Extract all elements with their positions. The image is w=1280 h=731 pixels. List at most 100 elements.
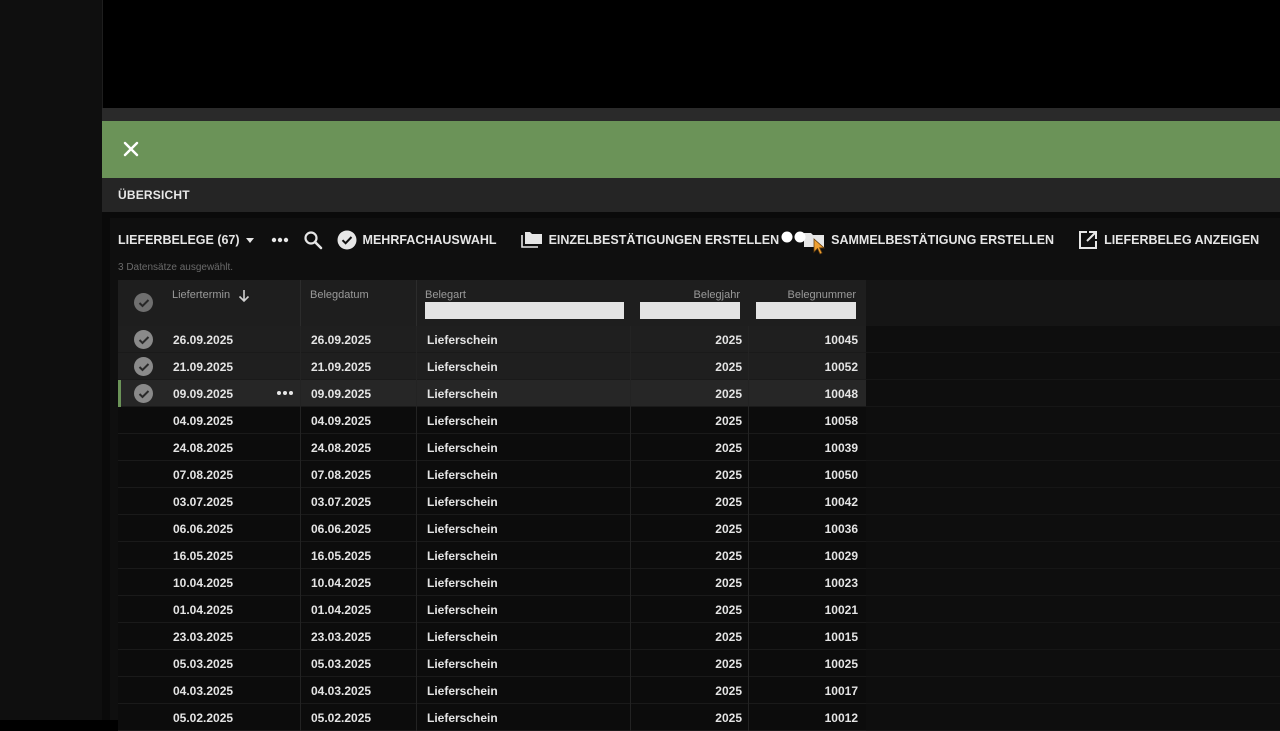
cell-belegnummer: 10036 bbox=[824, 522, 858, 536]
create-single-confirmations-button[interactable]: EINZELBESTÄTIGUNGEN ERSTELLEN bbox=[520, 231, 779, 249]
cell-divider bbox=[416, 542, 417, 569]
belegnummer-filter-input[interactable] bbox=[756, 302, 856, 319]
table-row[interactable]: 24.08.2025 24.08.2025 Lieferschein 2025 1003… bbox=[118, 434, 1280, 461]
tab-bar: ÜBERSICHT bbox=[102, 178, 1280, 212]
table-row[interactable]: 04.03.2025 04.03.2025 Lieferschein 2025 1001… bbox=[118, 677, 1280, 704]
cell-divider bbox=[630, 569, 631, 596]
cell-divider bbox=[748, 596, 749, 623]
row-checkbox[interactable] bbox=[134, 384, 153, 403]
cell-belegnummer: 10042 bbox=[824, 495, 858, 509]
tab-overview[interactable]: ÜBERSICHT bbox=[118, 188, 190, 202]
cell-divider bbox=[300, 542, 301, 569]
column-header-belegdatum[interactable]: Belegdatum bbox=[310, 280, 416, 326]
create-collective-confirmation-button[interactable]: SAMMELBESTÄTIGUNG ERSTELLEN bbox=[803, 231, 1054, 249]
table-row[interactable]: 09.09.2025 09.09.2025 Lieferschein 2025 1004… bbox=[118, 380, 1280, 407]
row-empty-area bbox=[866, 488, 1280, 515]
column-liefertermin-label: Liefertermin bbox=[172, 289, 231, 301]
cell-divider bbox=[630, 407, 631, 434]
cell-belegnummer: 10050 bbox=[824, 468, 858, 482]
list-view-dropdown[interactable]: LIEFERBELEGE (67) bbox=[118, 233, 257, 247]
cell-divider bbox=[630, 596, 631, 623]
cell-divider bbox=[630, 461, 631, 488]
more-options-button[interactable] bbox=[271, 237, 289, 243]
cell-belegart: Lieferschein bbox=[427, 684, 498, 698]
cell-divider bbox=[416, 461, 417, 488]
grid-header-empty bbox=[866, 280, 1280, 326]
cell-liefertermin: 05.02.2025 bbox=[173, 711, 234, 725]
cell-divider bbox=[630, 650, 631, 677]
table-row[interactable]: 05.03.2025 05.03.2025 Lieferschein 2025 1002… bbox=[118, 650, 1280, 677]
cell-belegart: Lieferschein bbox=[427, 414, 498, 428]
cell-belegnummer: 10017 bbox=[824, 684, 858, 698]
cell-belegdatum: 23.03.2025 bbox=[311, 630, 372, 644]
create-collective-confirmation-label: SAMMELBESTÄTIGUNG ERSTELLEN bbox=[831, 233, 1055, 247]
cell-divider bbox=[630, 515, 631, 542]
cell-divider bbox=[300, 677, 301, 704]
cell-belegjahr: 2025 bbox=[715, 684, 742, 698]
belegjahr-filter-input[interactable] bbox=[640, 302, 740, 319]
row-checkbox[interactable] bbox=[134, 357, 153, 376]
table-row[interactable]: 07.08.2025 07.08.2025 Lieferschein 2025 1005… bbox=[118, 461, 1280, 488]
cell-belegart: Lieferschein bbox=[427, 522, 498, 536]
cell-divider bbox=[748, 623, 749, 650]
sort-down-icon bbox=[238, 290, 250, 303]
table-row[interactable]: 05.02.2025 05.02.2025 Lieferschein 2025 1001… bbox=[118, 704, 1280, 731]
close-button[interactable] bbox=[118, 136, 144, 162]
cell-belegart: Lieferschein bbox=[427, 630, 498, 644]
cell-divider bbox=[748, 434, 749, 461]
cell-belegdatum: 16.05.2025 bbox=[311, 549, 372, 563]
select-all-checkbox[interactable] bbox=[134, 293, 153, 313]
cell-belegart: Lieferschein bbox=[427, 360, 498, 374]
row-empty-area bbox=[866, 434, 1280, 461]
cell-belegjahr: 2025 bbox=[715, 657, 742, 671]
check-circle-icon bbox=[337, 230, 357, 250]
cell-divider bbox=[416, 434, 417, 461]
cell-divider bbox=[416, 704, 417, 731]
row-empty-area bbox=[866, 704, 1280, 731]
cell-liefertermin: 05.03.2025 bbox=[173, 657, 234, 671]
row-checkbox[interactable] bbox=[134, 330, 153, 349]
cell-divider bbox=[748, 515, 749, 542]
table-row[interactable]: 10.04.2025 10.04.2025 Lieferschein 2025 1002… bbox=[118, 569, 1280, 596]
cell-belegjahr: 2025 bbox=[715, 495, 742, 509]
column-belegart-label: Belegart bbox=[425, 289, 466, 301]
cell-belegart: Lieferschein bbox=[427, 549, 498, 563]
row-more-button[interactable] bbox=[276, 383, 294, 401]
cell-divider bbox=[748, 704, 749, 731]
loading-dots-icon bbox=[781, 231, 806, 243]
table-row[interactable]: 23.03.2025 23.03.2025 Lieferschein 2025 1001… bbox=[118, 623, 1280, 650]
column-header-liefertermin[interactable]: Liefertermin bbox=[172, 280, 300, 326]
multiselect-label: MEHRFACHAUSWAHL bbox=[362, 233, 497, 247]
table-row[interactable]: 06.06.2025 06.06.2025 Lieferschein 2025 1003… bbox=[118, 515, 1280, 542]
cell-liefertermin: 16.05.2025 bbox=[173, 549, 234, 563]
table-row[interactable]: 26.09.2025 26.09.2025 Lieferschein 2025 1004… bbox=[118, 326, 1280, 353]
cell-liefertermin: 04.03.2025 bbox=[173, 684, 234, 698]
cell-belegjahr: 2025 bbox=[715, 360, 742, 374]
cell-divider bbox=[748, 488, 749, 515]
cell-belegdatum: 01.04.2025 bbox=[311, 603, 372, 617]
grid-header: Liefertermin Belegdatum Belegart Belegja… bbox=[118, 280, 1280, 326]
more-icon bbox=[271, 237, 288, 243]
table-row[interactable]: 01.04.2025 01.04.2025 Lieferschein 2025 1002… bbox=[118, 596, 1280, 623]
cell-divider bbox=[416, 569, 417, 596]
cell-belegjahr: 2025 bbox=[715, 441, 742, 455]
show-delivery-document-button[interactable]: LIEFERBELEG ANZEIGEN bbox=[1078, 230, 1259, 250]
multiselect-button[interactable]: MEHRFACHAUSWAHL bbox=[337, 230, 497, 250]
table-row[interactable]: 03.07.2025 03.07.2025 Lieferschein 2025 1004… bbox=[118, 488, 1280, 515]
cell-belegdatum: 07.08.2025 bbox=[311, 468, 372, 482]
belegart-filter-input[interactable] bbox=[425, 302, 624, 319]
table-row[interactable]: 16.05.2025 16.05.2025 Lieferschein 2025 1002… bbox=[118, 542, 1280, 569]
search-button[interactable] bbox=[303, 230, 323, 250]
cell-divider bbox=[300, 488, 301, 515]
table-row[interactable]: 21.09.2025 21.09.2025 Lieferschein 2025 1005… bbox=[118, 353, 1280, 380]
row-empty-area bbox=[866, 380, 1280, 407]
check-icon bbox=[134, 330, 153, 349]
table-row[interactable]: 04.09.2025 04.09.2025 Lieferschein 2025 1005… bbox=[118, 407, 1280, 434]
cell-belegnummer: 10039 bbox=[824, 441, 858, 455]
cell-belegart: Lieferschein bbox=[427, 468, 498, 482]
cell-divider bbox=[300, 569, 301, 596]
column-belegjahr-label: Belegjahr bbox=[693, 289, 740, 301]
cell-belegjahr: 2025 bbox=[715, 414, 742, 428]
cell-liefertermin: 26.09.2025 bbox=[173, 333, 234, 347]
focus-indicator bbox=[118, 380, 121, 407]
